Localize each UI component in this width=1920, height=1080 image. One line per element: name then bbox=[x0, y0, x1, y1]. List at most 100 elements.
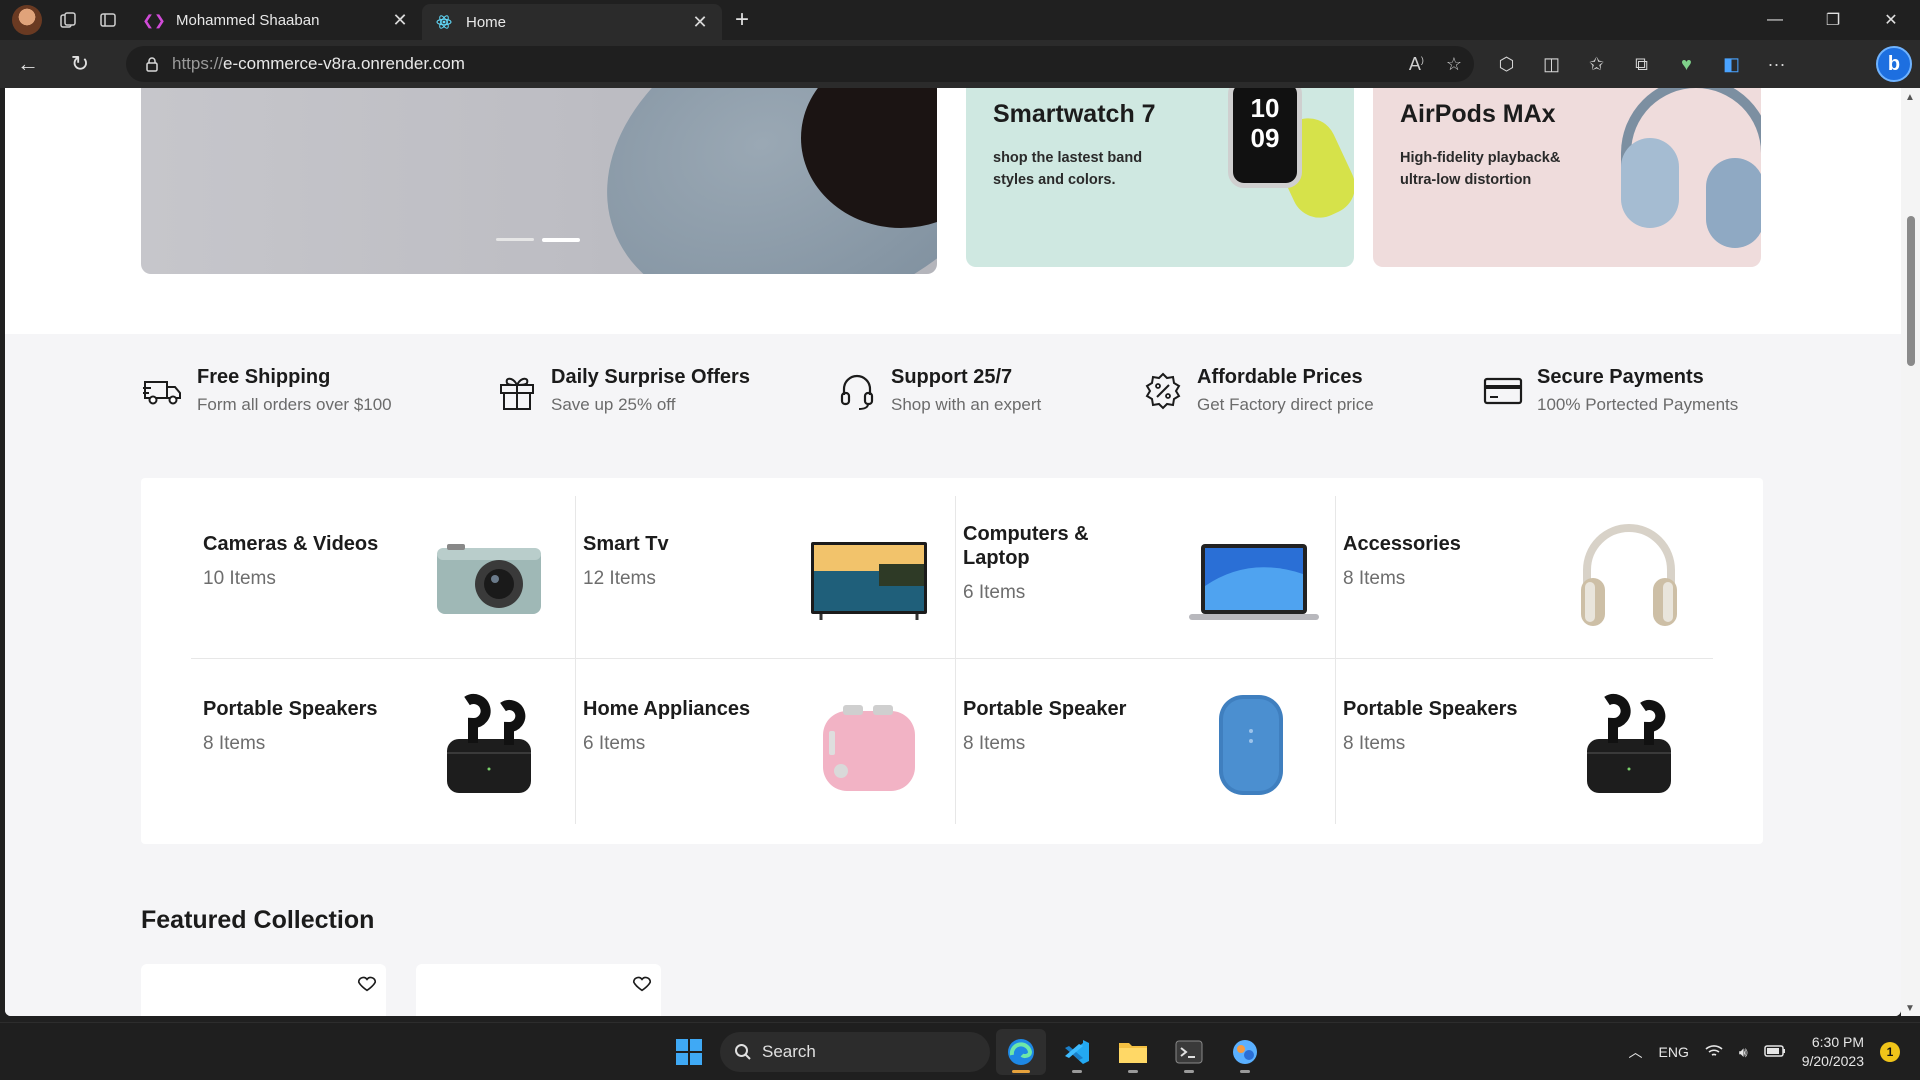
category-card[interactable]: Accessories 8 Items bbox=[1331, 496, 1711, 660]
clock-time: 6:30 PM bbox=[1811, 1034, 1864, 1050]
service-title: Daily Surprise Offers bbox=[551, 366, 750, 388]
service-free-shipping: Free Shipping Form all orders over $100 bbox=[141, 366, 392, 415]
category-card[interactable]: Computers & Laptop 6 Items bbox=[951, 496, 1331, 660]
category-name: Portable Speakers bbox=[1343, 698, 1518, 720]
category-card[interactable]: Home Appliances 6 Items bbox=[571, 661, 951, 825]
laptop-image bbox=[1189, 516, 1319, 636]
credit-card-icon bbox=[1481, 369, 1525, 413]
promo-airpods-max[interactable]: AirPods MAx High-fidelity playback& ultr… bbox=[1373, 88, 1761, 267]
scroll-down-icon[interactable]: ▼ bbox=[1905, 1003, 1915, 1014]
service-title: Secure Payments bbox=[1537, 366, 1704, 388]
taskbar-apps: Search bbox=[664, 1029, 1270, 1075]
terminal-app-icon[interactable] bbox=[1164, 1029, 1214, 1075]
services-row: Free Shipping Form all orders over $100 … bbox=[141, 366, 1763, 426]
workspaces-icon[interactable] bbox=[48, 0, 88, 40]
favorite-star-icon[interactable]: ☆ bbox=[1446, 54, 1462, 75]
wishlist-heart-icon[interactable] bbox=[631, 972, 653, 994]
category-card[interactable]: Smart Tv 12 Items bbox=[571, 496, 951, 660]
file-explorer-icon[interactable] bbox=[1108, 1029, 1158, 1075]
edge-app-icon[interactable] bbox=[996, 1029, 1046, 1075]
lock-icon[interactable] bbox=[132, 56, 172, 72]
category-card[interactable]: Cameras & Videos 10 Items bbox=[191, 496, 571, 660]
collections-icon[interactable]: ⧉ bbox=[1619, 54, 1664, 75]
product-card[interactable] bbox=[141, 964, 386, 1016]
category-name: Home Appliances bbox=[583, 698, 751, 720]
sidebar-app-icon[interactable]: ◧ bbox=[1709, 54, 1754, 75]
service-title: Support 25/7 bbox=[891, 366, 1013, 388]
profile-avatar[interactable] bbox=[12, 5, 42, 35]
category-card[interactable]: Portable Speakers 8 Items bbox=[191, 661, 571, 825]
read-aloud-icon[interactable]: A) bbox=[1409, 54, 1424, 75]
category-name: Computers & Laptop bbox=[963, 523, 1089, 569]
headphones-image bbox=[1569, 516, 1689, 636]
favorites-icon[interactable]: ✩ bbox=[1574, 54, 1619, 75]
service-daily-offers: Daily Surprise Offers Save up 25% off bbox=[495, 366, 750, 415]
category-name: Portable Speaker bbox=[963, 698, 1127, 720]
browser-toolbar: ← ↻ https://e-commerce-v8ra.onrender.com… bbox=[0, 40, 1920, 88]
tab-title: Home bbox=[466, 13, 507, 31]
service-subtitle: Save up 25% off bbox=[551, 395, 676, 414]
close-tab-icon[interactable]: ✕ bbox=[690, 12, 710, 33]
product-card[interactable] bbox=[416, 964, 661, 1016]
wishlist-heart-icon[interactable] bbox=[356, 972, 378, 994]
vscode-app-icon[interactable] bbox=[1052, 1029, 1102, 1075]
page-scrollbar[interactable]: ▲ ▼ bbox=[1901, 88, 1920, 1016]
promo-description: High-fidelity playback& ultra-low distor… bbox=[1400, 150, 1561, 188]
extensions-icon[interactable]: ⬡ bbox=[1484, 54, 1529, 75]
service-secure-payments: Secure Payments 100% Portected Payments bbox=[1481, 366, 1738, 415]
watch-minute: 09 bbox=[1250, 123, 1280, 153]
split-screen-icon[interactable]: ◫ bbox=[1529, 54, 1574, 75]
browser-essentials-icon[interactable]: ♥ bbox=[1664, 54, 1709, 75]
category-name: Accessories bbox=[1343, 533, 1461, 555]
volume-icon[interactable]: 🔊︎ bbox=[1739, 1044, 1748, 1061]
tab-title: Mohammed Shaaban bbox=[176, 11, 320, 29]
wifi-icon[interactable] bbox=[1705, 1044, 1723, 1061]
start-icon[interactable] bbox=[664, 1029, 714, 1075]
close-window-icon[interactable]: ✕ bbox=[1862, 0, 1920, 40]
category-grid: Cameras & Videos 10 Items Smart Tv 12 It… bbox=[141, 478, 1763, 844]
promo-smartwatch[interactable]: Smartwatch 7 shop the lastest band style… bbox=[966, 88, 1354, 267]
category-card[interactable]: Portable Speakers 8 Items bbox=[1331, 661, 1711, 825]
windows-taskbar: Search ︿ ENG 🔊︎ 6:30 PM 9/20/2023 1 bbox=[0, 1022, 1920, 1080]
notification-badge[interactable]: 1 bbox=[1880, 1042, 1900, 1062]
more-menu-icon[interactable]: ··· bbox=[1754, 54, 1799, 75]
service-subtitle: 100% Portected Payments bbox=[1537, 395, 1739, 414]
clock[interactable]: 6:30 PM 9/20/2023 bbox=[1802, 1033, 1864, 1071]
tab-home[interactable]: Home ✕ bbox=[422, 4, 722, 40]
slider-dot[interactable] bbox=[496, 238, 534, 241]
airpods-max-image bbox=[1611, 88, 1761, 248]
portfolio-favicon-icon: ❮❯ bbox=[142, 11, 166, 28]
browser-tabbar: ❮❯ Mohammed Shaaban ✕ Home ✕ + — ❐ ✕ bbox=[0, 0, 1920, 40]
featured-collection-heading: Featured Collection bbox=[141, 906, 375, 934]
tab-actions-icon[interactable] bbox=[88, 0, 128, 40]
service-title: Affordable Prices bbox=[1197, 366, 1363, 388]
scrollbar-thumb[interactable] bbox=[1907, 216, 1915, 366]
chevron-up-icon[interactable]: ︿ bbox=[1629, 1042, 1643, 1062]
page-viewport: Smartwatch 7 shop the lastest band style… bbox=[5, 88, 1901, 1016]
smart-speaker-image bbox=[1189, 681, 1309, 801]
earbuds-image bbox=[429, 681, 549, 801]
system-tray: ︿ ENG 🔊︎ 6:30 PM 9/20/2023 1 bbox=[1629, 1023, 1900, 1080]
refresh-icon[interactable]: ↻ bbox=[56, 44, 104, 84]
toolbar-actions: ⬡ ◫ ✩ ⧉ ♥ ◧ ··· bbox=[1484, 40, 1799, 88]
truck-icon bbox=[141, 369, 185, 413]
tab-mohammed-shaaban[interactable]: ❮❯ Mohammed Shaaban ✕ bbox=[132, 0, 422, 40]
colorful-app-icon[interactable] bbox=[1220, 1029, 1270, 1075]
scroll-up-icon[interactable]: ▲ bbox=[1905, 92, 1915, 103]
battery-icon[interactable] bbox=[1763, 1044, 1786, 1060]
language-indicator[interactable]: ENG bbox=[1659, 1044, 1689, 1060]
service-subtitle: Shop with an expert bbox=[891, 395, 1042, 414]
address-bar[interactable]: https://e-commerce-v8ra.onrender.com A) … bbox=[126, 46, 1474, 82]
taskbar-search[interactable]: Search bbox=[720, 1032, 990, 1072]
hero-slider[interactable] bbox=[141, 88, 937, 274]
url-text[interactable]: https://e-commerce-v8ra.onrender.com bbox=[172, 54, 465, 74]
back-icon[interactable]: ← bbox=[4, 44, 52, 84]
copilot-icon[interactable]: b bbox=[1876, 46, 1912, 82]
minimize-icon[interactable]: — bbox=[1746, 0, 1804, 40]
category-card[interactable]: Portable Speaker 8 Items bbox=[951, 661, 1331, 825]
restore-icon[interactable]: ❐ bbox=[1804, 0, 1862, 40]
react-favicon-icon bbox=[436, 14, 452, 30]
close-tab-icon[interactable]: ✕ bbox=[390, 10, 410, 31]
slider-dot-active[interactable] bbox=[542, 238, 580, 242]
new-tab-button[interactable]: + bbox=[722, 6, 762, 34]
